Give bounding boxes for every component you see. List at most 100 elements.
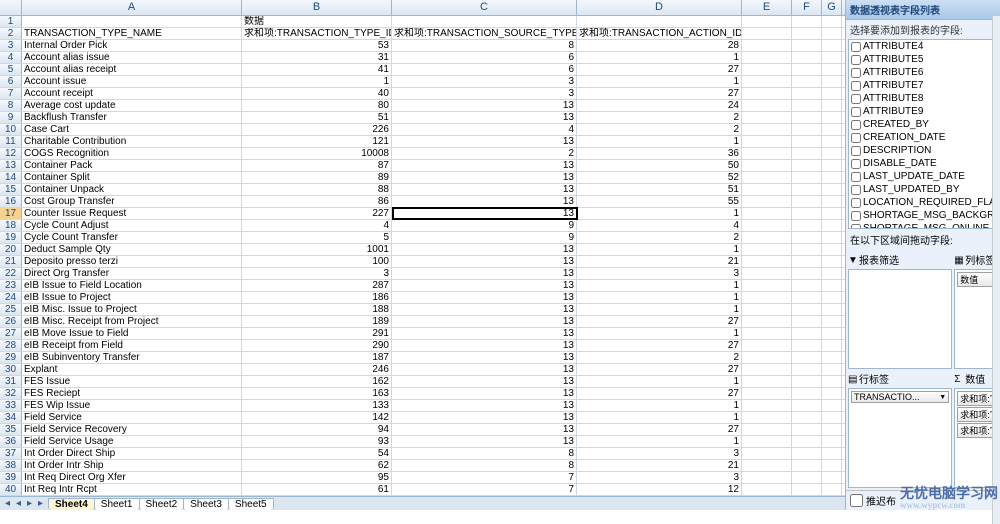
field-checkbox[interactable]: [851, 42, 861, 52]
cell[interactable]: [822, 472, 842, 483]
field-checkbox[interactable]: [851, 146, 861, 156]
cell[interactable]: [822, 160, 842, 171]
cell[interactable]: 13: [392, 268, 577, 279]
cell[interactable]: [822, 64, 842, 75]
cell[interactable]: 31: [242, 52, 392, 63]
cell[interactable]: 3: [577, 268, 742, 279]
cell[interactable]: [742, 256, 792, 267]
cell[interactable]: [822, 304, 842, 315]
sheet-tab[interactable]: Sheet1: [94, 498, 140, 510]
field-item[interactable]: ATTRIBUTE7: [849, 79, 1000, 92]
cell[interactable]: Backflush Transfer: [22, 112, 242, 123]
cell[interactable]: [792, 388, 822, 399]
field-item[interactable]: ATTRIBUTE4: [849, 40, 1000, 53]
cell[interactable]: 162: [242, 376, 392, 387]
cell[interactable]: Account receipt: [22, 88, 242, 99]
cell[interactable]: 54: [242, 448, 392, 459]
cell[interactable]: [792, 304, 822, 315]
cell[interactable]: 1: [577, 304, 742, 315]
row-header[interactable]: 4: [0, 52, 22, 63]
row-header[interactable]: 30: [0, 364, 22, 375]
cell[interactable]: 13: [392, 292, 577, 303]
cell[interactable]: [742, 148, 792, 159]
cell[interactable]: 7: [392, 484, 577, 495]
cell[interactable]: Int Order Direct Ship: [22, 448, 242, 459]
cell[interactable]: [742, 88, 792, 99]
cell[interactable]: 5: [242, 232, 392, 243]
cell[interactable]: 52: [577, 172, 742, 183]
cell[interactable]: [742, 112, 792, 123]
cell[interactable]: Cost Group Transfer: [22, 196, 242, 207]
cell[interactable]: 189: [242, 316, 392, 327]
cell[interactable]: eIB Issue to Field Location: [22, 280, 242, 291]
cell[interactable]: Internal Order Pick: [22, 40, 242, 51]
row-header[interactable]: 1: [0, 16, 22, 27]
cell[interactable]: 163: [242, 388, 392, 399]
cell[interactable]: 13: [392, 304, 577, 315]
field-item[interactable]: LOCATION_REQUIRED_FLAG: [849, 196, 1000, 209]
row-header[interactable]: 24: [0, 292, 22, 303]
cell[interactable]: [742, 364, 792, 375]
col-header-B[interactable]: B: [242, 0, 392, 15]
cell[interactable]: [822, 412, 842, 423]
cell[interactable]: [742, 220, 792, 231]
row-header[interactable]: 9: [0, 112, 22, 123]
cell[interactable]: [792, 220, 822, 231]
cell[interactable]: [742, 52, 792, 63]
cell[interactable]: [792, 448, 822, 459]
cell[interactable]: [792, 352, 822, 363]
row-header[interactable]: 22: [0, 268, 22, 279]
cell[interactable]: 36: [577, 148, 742, 159]
row-header[interactable]: 27: [0, 328, 22, 339]
cell[interactable]: [792, 112, 822, 123]
row-header[interactable]: 3: [0, 40, 22, 51]
cell[interactable]: [792, 76, 822, 87]
cell[interactable]: [822, 40, 842, 51]
cell[interactable]: 3: [242, 268, 392, 279]
cell[interactable]: [792, 328, 822, 339]
cell[interactable]: 13: [392, 328, 577, 339]
cell[interactable]: 188: [242, 304, 392, 315]
cell[interactable]: [792, 364, 822, 375]
row-header[interactable]: 19: [0, 232, 22, 243]
cell[interactable]: [792, 124, 822, 135]
sheet-tab[interactable]: Sheet2: [139, 498, 185, 510]
cell[interactable]: [822, 124, 842, 135]
cell[interactable]: 53: [242, 40, 392, 51]
cell[interactable]: 1: [242, 76, 392, 87]
row-header[interactable]: 35: [0, 424, 22, 435]
cell[interactable]: [792, 136, 822, 147]
cell[interactable]: 1001: [242, 244, 392, 255]
cell[interactable]: 13: [392, 352, 577, 363]
cell[interactable]: 291: [242, 328, 392, 339]
spreadsheet[interactable]: A B C D E F G 1数据2TRANSACTION_TYPE_NAME求…: [0, 0, 845, 510]
row-header[interactable]: 10: [0, 124, 22, 135]
col-header-A[interactable]: A: [22, 0, 242, 15]
cell[interactable]: 8: [392, 40, 577, 51]
row-header[interactable]: 17: [0, 208, 22, 219]
cell[interactable]: [792, 376, 822, 387]
cell[interactable]: [822, 424, 842, 435]
cell[interactable]: [822, 196, 842, 207]
row-header[interactable]: 38: [0, 460, 22, 471]
cell[interactable]: [742, 280, 792, 291]
cell[interactable]: Field Service Recovery: [22, 424, 242, 435]
field-item[interactable]: DESCRIPTION: [849, 144, 1000, 157]
cell[interactable]: [822, 292, 842, 303]
cell[interactable]: 9: [392, 232, 577, 243]
cell[interactable]: 4: [392, 124, 577, 135]
cell[interactable]: 27: [577, 388, 742, 399]
cell[interactable]: Cycle Count Transfer: [22, 232, 242, 243]
cell[interactable]: [822, 256, 842, 267]
cell[interactable]: [742, 460, 792, 471]
field-item[interactable]: SHORTAGE_MSG_ONLINE_FLAG: [849, 222, 1000, 229]
cell[interactable]: [822, 28, 842, 39]
cell[interactable]: 4: [242, 220, 392, 231]
cell[interactable]: 95: [242, 472, 392, 483]
cell[interactable]: 21: [577, 256, 742, 267]
cell[interactable]: [792, 184, 822, 195]
cell[interactable]: 1: [577, 52, 742, 63]
cell[interactable]: [792, 16, 822, 27]
cell[interactable]: [822, 76, 842, 87]
cell[interactable]: 13: [392, 316, 577, 327]
